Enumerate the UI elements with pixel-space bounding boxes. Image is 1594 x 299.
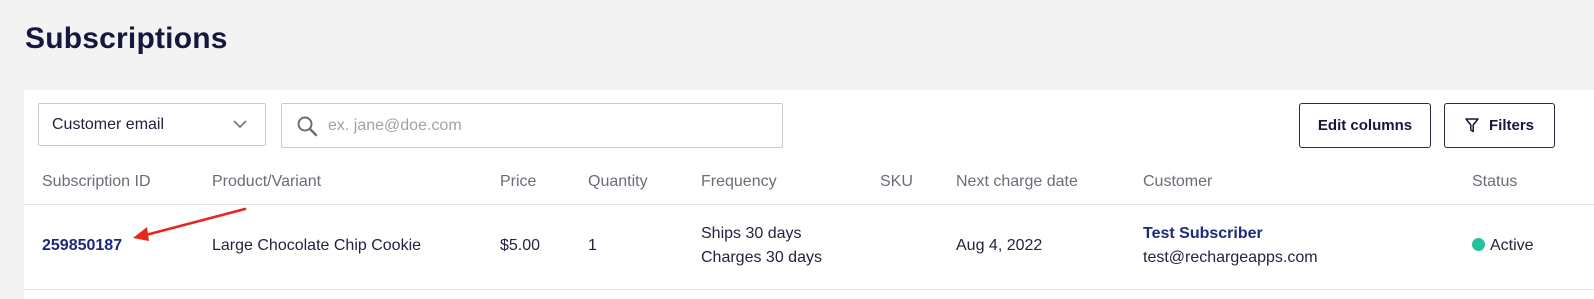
next-charge-date-cell: Aug 4, 2022	[956, 237, 1043, 254]
status-active-dot	[1472, 238, 1485, 251]
header-status[interactable]: Status	[1472, 173, 1517, 191]
search-box[interactable]	[281, 103, 783, 148]
price-cell: $5.00	[500, 237, 541, 254]
header-divider	[24, 204, 1594, 205]
subscription-id-link[interactable]: 259850187	[42, 237, 122, 255]
row-divider	[24, 289, 1594, 290]
frequency-charges-cell: Charges 30 days	[701, 249, 822, 266]
edit-columns-button[interactable]: Edit columns	[1299, 103, 1431, 148]
header-customer[interactable]: Customer	[1143, 173, 1212, 191]
header-sku[interactable]: SKU	[880, 173, 913, 191]
search-input[interactable]	[326, 112, 770, 140]
search-field-select-value: Customer email	[52, 115, 165, 133]
header-next-charge-date[interactable]: Next charge date	[956, 173, 1078, 191]
filters-label: Filters	[1488, 117, 1534, 134]
header-quantity[interactable]: Quantity	[588, 173, 648, 191]
funnel-icon	[1465, 118, 1479, 133]
customer-email-cell: test@rechargeapps.com	[1143, 249, 1318, 266]
search-icon	[297, 116, 318, 137]
header-product-variant[interactable]: Product/Variant	[212, 173, 321, 191]
page-title: Subscriptions	[25, 22, 228, 55]
filters-button[interactable]: Filters	[1444, 103, 1555, 148]
quantity-cell: 1	[588, 237, 597, 254]
frequency-ships-cell: Ships 30 days	[701, 225, 802, 242]
subscriptions-panel: Customer email Edit columns Filters Subs…	[24, 90, 1594, 299]
search-field-select[interactable]: Customer email	[38, 103, 266, 146]
chevron-down-icon	[233, 120, 247, 129]
header-frequency[interactable]: Frequency	[701, 173, 777, 191]
customer-name-link[interactable]: Test Subscriber	[1143, 225, 1263, 243]
status-badge: Active	[1472, 237, 1534, 255]
header-price[interactable]: Price	[500, 173, 536, 191]
status-label: Active	[1490, 237, 1534, 254]
edit-columns-label: Edit columns	[1317, 117, 1413, 134]
product-variant-cell: Large Chocolate Chip Cookie	[212, 237, 422, 254]
header-subscription-id[interactable]: Subscription ID	[42, 173, 151, 191]
